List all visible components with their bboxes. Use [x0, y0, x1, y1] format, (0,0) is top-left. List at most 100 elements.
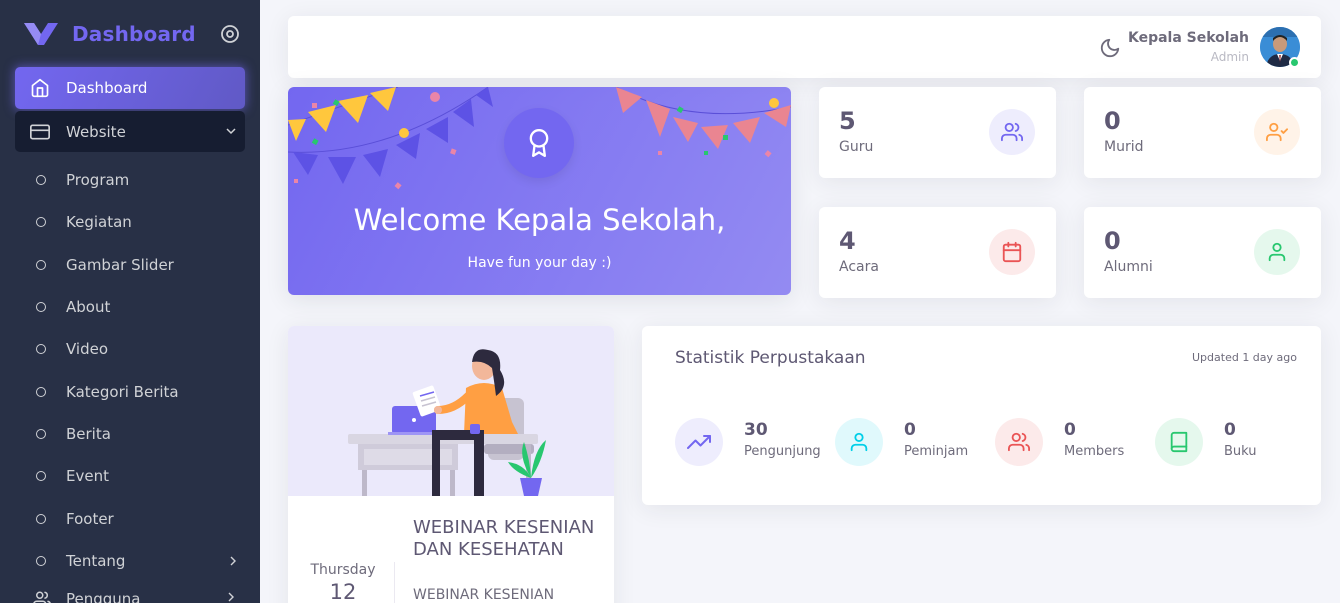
sidebar-item-event[interactable]: Event: [0, 455, 260, 497]
stat-icon-wrap: [1155, 418, 1203, 466]
sidebar-item-label: Website: [66, 122, 126, 141]
sidebar-item-footer[interactable]: Footer: [0, 497, 260, 539]
sidebar-item-label: Video: [66, 340, 109, 359]
stat-label: Pengunjung: [744, 444, 821, 459]
stat-icon-wrap: [989, 109, 1035, 155]
circle-icon: [36, 175, 46, 186]
users-icon: [1001, 122, 1023, 142]
circle-icon: [36, 386, 46, 397]
stat-value: 0: [1104, 107, 1121, 135]
stat-icon-wrap: [989, 229, 1035, 275]
collapse-toggle-icon[interactable]: [220, 24, 240, 44]
brand-name: Dashboard: [72, 22, 196, 46]
chevron-right-icon: [228, 592, 234, 602]
top-navbar: Kepala Sekolah Admin: [288, 16, 1321, 78]
stat-icon-wrap: [1254, 109, 1300, 155]
brand[interactable]: Dashboard: [22, 18, 252, 50]
credit-card-icon: [30, 124, 50, 139]
calendar-icon: [1002, 241, 1022, 263]
stat-value: 4: [839, 227, 856, 255]
sidebar-item-about[interactable]: About: [0, 286, 260, 328]
stat-label: Members: [1064, 444, 1125, 459]
user-icon: [850, 432, 868, 452]
sidebar-item-video[interactable]: Video: [0, 328, 260, 370]
sidebar-item-pengguna[interactable]: Pengguna: [33, 590, 234, 603]
stat-value: 0: [904, 420, 916, 440]
home-icon: [31, 78, 49, 98]
stat-icon-wrap: [835, 418, 883, 466]
sidebar-item-label: Event: [66, 467, 109, 486]
stat-card-guru: 5 Guru: [819, 87, 1056, 178]
stat-value: 0: [1104, 227, 1121, 255]
moon-icon[interactable]: [1099, 37, 1121, 59]
woman-at-desk-illustration: [348, 349, 546, 496]
stat-label: Buku: [1224, 444, 1257, 459]
sidebar-item-label: Program: [66, 171, 130, 190]
event-card[interactable]: Thursday 12 WEBINAR KESENIAN DAN KESEHAT…: [288, 326, 614, 603]
sidebar-item-label: Kegiatan: [66, 213, 132, 232]
stat-pengunjung: 30 Pengunjung: [675, 418, 835, 466]
sidebar-item-gambar-slider[interactable]: Gambar Slider: [0, 244, 260, 286]
library-statistics-card: Statistik Perpustakaan Updated 1 day ago…: [642, 326, 1321, 505]
stat-value: 0: [1064, 420, 1076, 440]
stat-icon-wrap: [995, 418, 1043, 466]
event-title: WEBINAR KESENIAN DAN KESEHATAN: [413, 517, 595, 560]
stat-value: 5: [839, 107, 856, 135]
circle-icon: [36, 471, 46, 482]
user-name[interactable]: Kepala Sekolah: [1128, 30, 1249, 46]
stat-icon-wrap: [1254, 229, 1300, 275]
stat-label: Acara: [839, 259, 879, 275]
stat-buku: 0 Buku: [1155, 418, 1315, 466]
welcome-title: Welcome Kepala Sekolah,: [353, 203, 726, 237]
website-submenu: Program Kegiatan Gambar Slider About Vid…: [0, 159, 260, 582]
circle-icon: [36, 259, 46, 270]
users-icon: [1008, 432, 1030, 452]
sidebar-item-label: About: [66, 298, 111, 317]
award-icon: [529, 129, 549, 157]
stat-card-alumni: 0 Alumni: [1084, 207, 1321, 298]
stat-value: 0: [1224, 420, 1236, 440]
stat-label: Peminjam: [904, 444, 969, 459]
chevron-down-icon: [226, 128, 236, 135]
book-icon: [1170, 431, 1188, 453]
sidebar-item-tentang[interactable]: Tentang: [0, 540, 260, 582]
award-badge: [504, 108, 574, 178]
users-icon: [33, 591, 51, 603]
circle-icon: [36, 428, 46, 439]
sidebar-item-kegiatan[interactable]: Kegiatan: [0, 201, 260, 243]
stat-label: Guru: [839, 139, 874, 155]
sidebar-item-program[interactable]: Program: [0, 159, 260, 201]
sidebar: Dashboard Dashboard Website Program Kegi…: [0, 0, 260, 603]
user-check-icon: [1266, 122, 1288, 142]
stat-label: Murid: [1104, 139, 1144, 155]
sidebar-item-berita[interactable]: Berita: [0, 413, 260, 455]
sidebar-item-label: Kategori Berita: [66, 382, 179, 401]
sidebar-item-label: Footer: [66, 509, 114, 528]
trending-up-icon: [687, 435, 711, 449]
sidebar-item-website[interactable]: Website: [15, 111, 245, 152]
sidebar-item-label: Gambar Slider: [66, 255, 174, 274]
user-role: Admin: [1210, 50, 1249, 64]
circle-icon: [36, 513, 46, 524]
brand-logo-icon: [24, 23, 58, 45]
event-divider: [394, 562, 395, 603]
circle-icon: [36, 302, 46, 313]
circle-icon: [36, 555, 46, 566]
circle-icon: [36, 344, 46, 355]
sidebar-item-label: Tentang: [66, 551, 126, 570]
stat-peminjam: 0 Peminjam: [835, 418, 995, 466]
user-icon: [1268, 242, 1286, 262]
stat-value: 30: [744, 420, 768, 440]
sidebar-item-dashboard[interactable]: Dashboard: [15, 67, 245, 109]
welcome-card: Welcome Kepala Sekolah, Have fun your da…: [288, 87, 791, 295]
event-illustration: [288, 326, 614, 496]
event-date: 12: [329, 580, 357, 603]
sidebar-item-kategori-berita[interactable]: Kategori Berita: [0, 370, 260, 412]
welcome-subtitle: Have fun your day :): [467, 255, 612, 271]
stat-members: 0 Members: [995, 418, 1155, 466]
event-day: Thursday: [310, 562, 376, 578]
chevron-right-icon: [230, 556, 236, 566]
stat-label: Alumni: [1104, 259, 1153, 275]
sidebar-item-label: Pengguna: [66, 590, 141, 603]
circle-icon: [36, 217, 46, 228]
